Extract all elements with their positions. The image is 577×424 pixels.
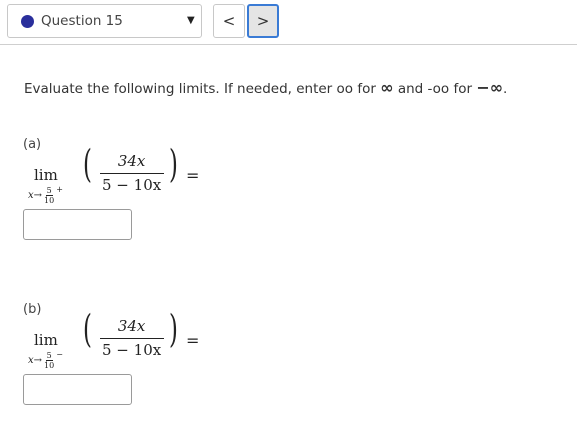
part-a-fraction-bar (99, 173, 164, 174)
dropdown-caret-icon: ▼ (187, 15, 195, 26)
part-a-approach-num: 5 (45, 186, 53, 196)
part-b-numerator: 34x (117, 317, 146, 335)
part-b-approach-fraction: 5 10 (44, 351, 54, 370)
part-a-denominator: 5 − 10x (102, 176, 162, 194)
instructions-text-3: . (503, 81, 508, 97)
part-b-approach-den: 10 (44, 361, 55, 370)
question-selector[interactable]: Question 15 ▼ (7, 4, 202, 38)
part-a-left-paren: ( (82, 142, 92, 186)
part-b-lim: lim (34, 331, 58, 349)
part-b-fraction-bar (99, 338, 164, 339)
part-a-answer-input[interactable] (23, 209, 132, 240)
header-divider (0, 44, 577, 45)
part-b-label: (b) (23, 302, 42, 317)
part-b-left-paren: ( (82, 307, 92, 351)
instructions-text-1: Evaluate the following limits. If needed… (24, 81, 381, 97)
question-status-dot (21, 15, 34, 28)
part-b-denominator: 5 − 10x (102, 341, 162, 359)
part-b-answer-input[interactable] (23, 374, 132, 405)
instructions: Evaluate the following limits. If needed… (24, 78, 507, 97)
part-a-arrow: → (33, 190, 43, 201)
part-b-right-paren: ) (168, 307, 178, 351)
part-a-side: + (56, 185, 63, 194)
part-b-arrow: → (33, 355, 43, 366)
part-a-subscript: x → 5 10 + (28, 185, 63, 205)
neg-infinity-symbol: −∞ (476, 78, 504, 97)
infinity-symbol: ∞ (380, 78, 394, 97)
part-a-approach-fraction: 5 10 (44, 186, 54, 205)
part-a-fraction: 34x 5 − 10x (98, 152, 165, 194)
next-question-button[interactable]: > (247, 4, 279, 38)
part-a-equals: = (186, 166, 200, 185)
part-a-right-paren: ) (168, 142, 178, 186)
part-b-subscript: x → 5 10 − (28, 350, 63, 370)
part-b-fraction: 34x 5 − 10x (98, 317, 165, 359)
part-a-numerator: 34x (117, 152, 146, 170)
part-a-label: (a) (23, 137, 42, 152)
instructions-text-2: and -oo for (393, 81, 477, 97)
part-b-approach-num: 5 (45, 351, 53, 361)
part-b-side: − (56, 350, 63, 359)
part-b-equals: = (186, 331, 200, 350)
question-label: Question 15 (41, 13, 123, 29)
previous-question-button[interactable]: < (213, 4, 245, 38)
part-a-approach-den: 10 (44, 196, 55, 205)
part-a-lim: lim (34, 166, 58, 184)
